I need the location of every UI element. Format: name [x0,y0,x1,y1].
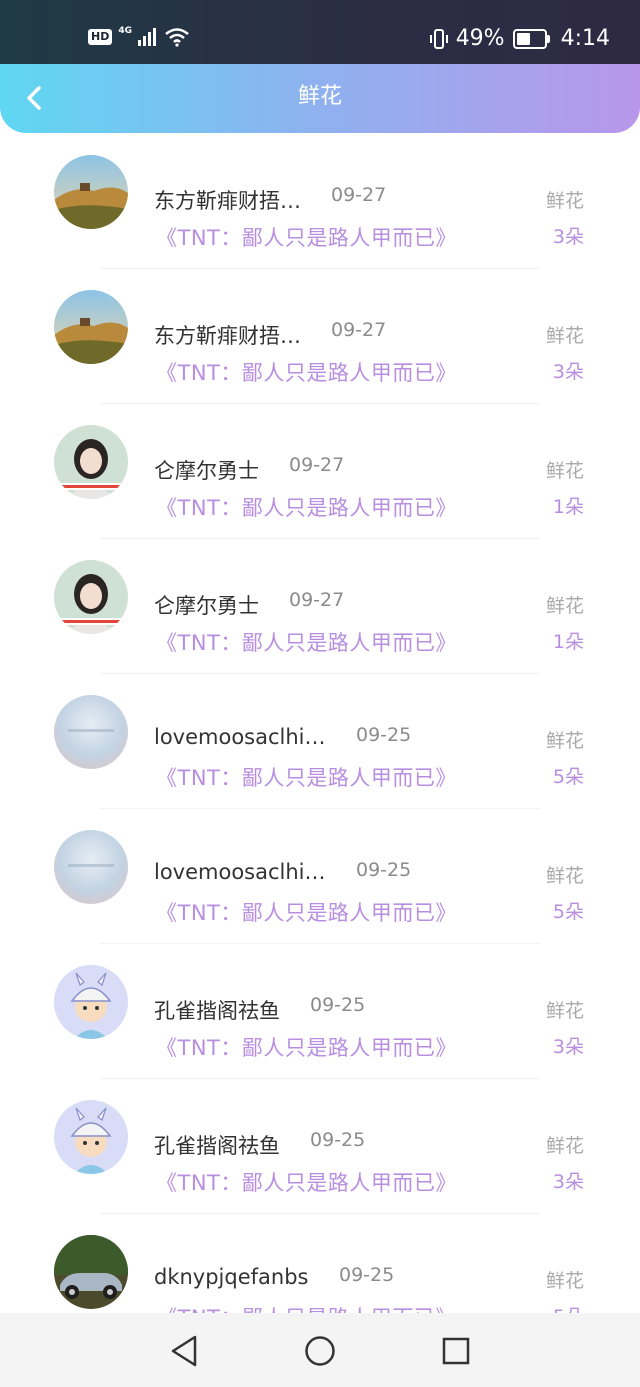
user-name: lovemoosaclhi… [154,860,326,884]
gift-date: 09-25 [310,994,366,1016]
avatar[interactable] [54,1100,128,1174]
user-name: 孔雀揩阁祛鱼 [154,999,280,1023]
gift-count: 5朵 [552,901,584,923]
list-item[interactable]: 仑摩尔勇士 09-27 《TNT：鄙人只是路人甲而已》 鲜花 1朵 [0,425,640,560]
list-item[interactable]: lovemoosaclhi… 09-25 《TNT：鄙人只是路人甲而已》 鲜花 5朵 [0,695,640,830]
back-triangle-icon [171,1335,197,1367]
gift-type-label: 鲜花 [545,595,584,617]
status-left: HD 4G [88,26,190,47]
wifi-icon [165,28,189,47]
divider [100,268,540,269]
gift-count: 1朵 [552,631,584,653]
avatar[interactable] [54,560,128,634]
battery-icon [512,28,550,49]
divider [100,943,540,944]
clock: 4:14 [560,26,610,51]
gift-type-label: 鲜花 [545,460,584,482]
gift-count: 5朵 [552,766,584,788]
divider [100,673,540,674]
nav-home-button[interactable] [300,1331,340,1371]
gift-count: 1朵 [552,496,584,518]
vibrate-icon [429,28,448,49]
user-name: lovemoosaclhi… [154,725,326,749]
divider [100,403,540,404]
avatar[interactable] [54,425,128,499]
list-item[interactable]: 东方靳痱财捂… 09-27 《TNT：鄙人只是路人甲而已》 鲜花 3朵 [0,155,640,290]
divider [100,538,540,539]
divider [100,808,540,809]
user-name: 孔雀揩阁祛鱼 [154,1134,280,1158]
gift-date: 09-27 [331,319,387,341]
gift-date: 09-27 [331,184,387,206]
book-title: 《TNT：鄙人只是路人甲而已》 [156,901,457,925]
status-right: 49% 4:14 [428,26,610,51]
book-title: 《TNT：鄙人只是路人甲而已》 [156,361,457,385]
gift-date: 09-27 [289,454,345,476]
avatar[interactable] [54,1235,128,1309]
user-name: 东方靳痱财捂… [154,189,301,213]
nav-back-button[interactable] [164,1331,204,1371]
gift-type-label: 鲜花 [545,1270,584,1292]
book-title: 《TNT：鄙人只是路人甲而已》 [156,1171,457,1195]
list-item[interactable]: lovemoosaclhi… 09-25 《TNT：鄙人只是路人甲而已》 鲜花 5朵 [0,830,640,965]
gift-type-label: 鲜花 [545,190,584,212]
list-item[interactable]: dknypjqefanbs 09-25 《TNT：鄙人只是路人甲而已》 鲜花 5朵 [0,1235,640,1313]
avatar[interactable] [54,290,128,364]
gift-date: 09-25 [339,1264,395,1286]
avatar[interactable] [54,965,128,1039]
divider [100,1213,540,1214]
battery-percent: 49% [455,26,505,51]
book-title: 《TNT：鄙人只是路人甲而已》 [156,766,457,790]
home-circle-icon [305,1336,335,1366]
gift-date: 09-27 [289,589,345,611]
avatar[interactable] [54,830,128,904]
gift-date: 09-25 [356,859,412,881]
list-item[interactable]: 孔雀揩阁祛鱼 09-25 《TNT：鄙人只是路人甲而已》 鲜花 3朵 [0,1100,640,1235]
gift-count: 5朵 [553,1302,584,1313]
book-title: 《TNT：鄙人只是路人甲而已》 [156,631,457,655]
gift-type-label: 鲜花 [545,325,584,347]
gift-count: 3朵 [552,226,584,248]
gift-type-label: 鲜花 [545,1135,584,1157]
list-item[interactable]: 仑摩尔勇士 09-27 《TNT：鄙人只是路人甲而已》 鲜花 1朵 [0,560,640,695]
list-item[interactable]: 孔雀揩阁祛鱼 09-25 《TNT：鄙人只是路人甲而已》 鲜花 3朵 [0,965,640,1100]
user-name: dknypjqefanbs [154,1265,309,1289]
nav-recents-button[interactable] [436,1331,476,1371]
user-name: 仑摩尔勇士 [154,459,259,483]
book-title: 《TNT：鄙人只是路人甲而已》 [156,226,457,250]
page-title: 鲜花 [297,84,342,109]
gift-count: 3朵 [552,361,584,383]
hd-badge: HD [88,29,113,45]
list-item[interactable]: 东方靳痱财捂… 09-27 《TNT：鄙人只是路人甲而已》 鲜花 3朵 [0,290,640,425]
flower-gift-list[interactable]: 东方靳痱财捂… 09-27 《TNT：鄙人只是路人甲而已》 鲜花 3朵 东方靳痱财捂… 09… [0,133,640,1313]
book-title: 《TNT：鄙人只是路人甲而已》 [156,1302,457,1313]
gift-type-label: 鲜花 [545,730,584,752]
network-type: 4G [118,26,132,36]
gift-date: 09-25 [356,724,412,746]
book-title: 《TNT：鄙人只是路人甲而已》 [156,496,457,520]
book-title: 《TNT：鄙人只是路人甲而已》 [156,1036,457,1060]
avatar[interactable] [54,155,128,229]
gift-type-label: 鲜花 [545,865,584,887]
gift-date: 09-25 [310,1129,366,1151]
user-name: 东方靳痱财捂… [154,324,301,348]
gift-count: 3朵 [552,1036,584,1058]
recents-square-icon [442,1337,470,1365]
divider [100,1078,540,1079]
gift-type-label: 鲜花 [545,1000,584,1022]
signal-icon [138,28,156,46]
user-name: 仑摩尔勇士 [154,594,259,618]
gift-count: 3朵 [552,1171,584,1193]
system-nav-bar [0,1313,640,1387]
avatar[interactable] [54,695,128,769]
title-bar: 鲜花 [0,64,640,133]
